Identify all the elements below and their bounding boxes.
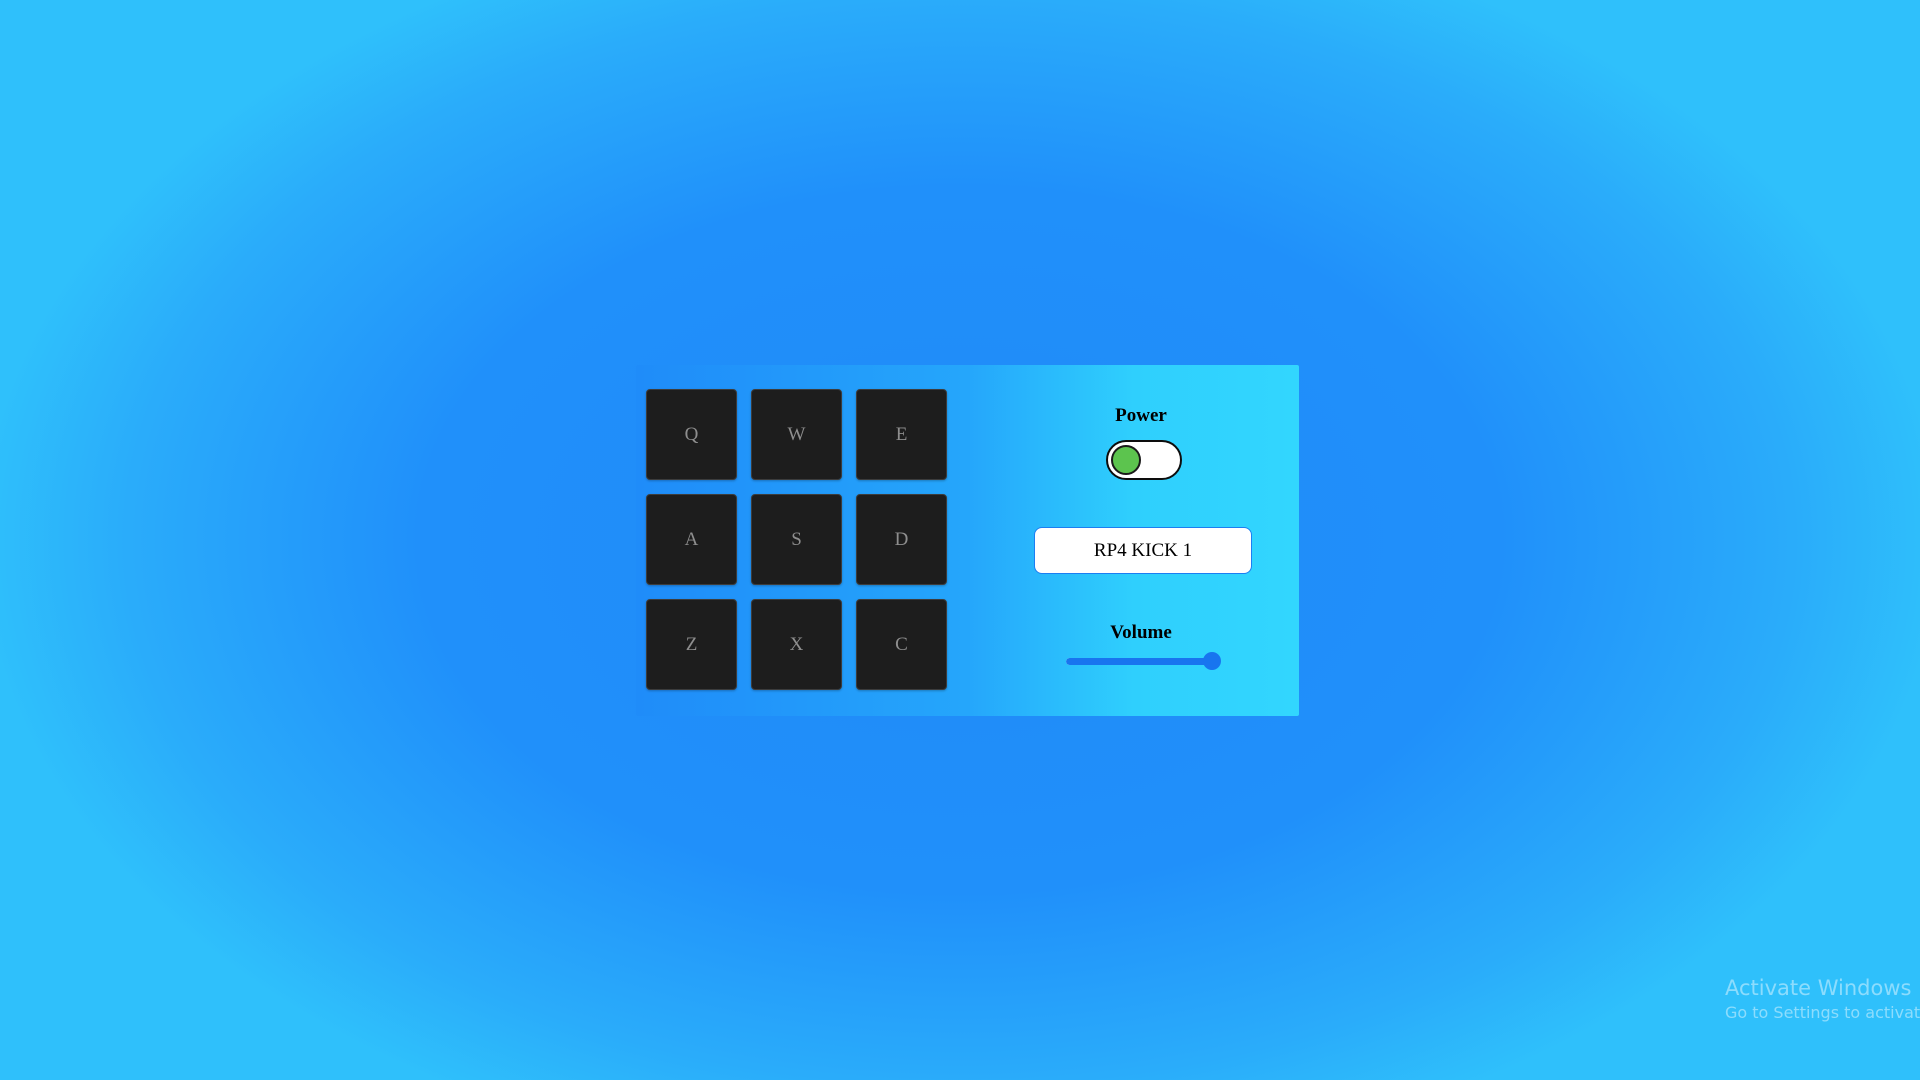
volume-slider[interactable] xyxy=(1066,652,1222,670)
pad-bank: Q W E A S D Z X C xyxy=(646,389,950,693)
volume-slider-fill xyxy=(1066,658,1213,665)
power-toggle-knob xyxy=(1111,445,1141,475)
drum-pad-q[interactable]: Q xyxy=(646,389,737,480)
volume-slider-track[interactable] xyxy=(1066,658,1220,665)
controls-panel: Power RP4 KICK 1 Volume xyxy=(1006,365,1276,716)
volume-label: Volume xyxy=(1110,622,1172,643)
drum-pad-c[interactable]: C xyxy=(856,599,947,690)
activate-windows-watermark: Activate Windows Go to Settings to activ… xyxy=(1725,974,1920,1024)
volume-slider-thumb[interactable] xyxy=(1203,652,1222,670)
drum-pad-a[interactable]: A xyxy=(646,494,737,585)
power-label: Power xyxy=(1115,405,1167,426)
drum-pad-x[interactable]: X xyxy=(751,599,842,690)
drum-pad-z[interactable]: Z xyxy=(646,599,737,690)
drum-machine: Q W E A S D Z X C Power RP4 KICK 1 Volum… xyxy=(636,365,1299,716)
sound-display: RP4 KICK 1 xyxy=(1034,527,1252,574)
activate-windows-subtitle: Go to Settings to activate xyxy=(1725,1003,1920,1022)
drum-pad-w[interactable]: W xyxy=(751,389,842,480)
power-toggle[interactable] xyxy=(1106,440,1182,480)
drum-pad-e[interactable]: E xyxy=(856,389,947,480)
drum-pad-d[interactable]: D xyxy=(856,494,947,585)
drum-pad-s[interactable]: S xyxy=(751,494,842,585)
activate-windows-title: Activate Windows xyxy=(1725,976,1912,1000)
